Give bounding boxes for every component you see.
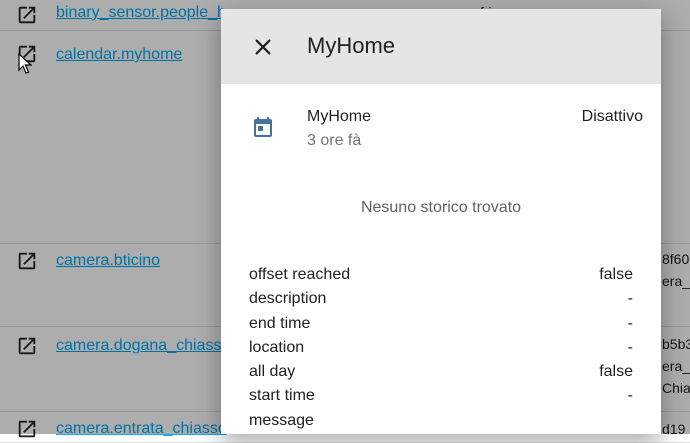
attribute-value: - <box>627 387 633 405</box>
calendar-icon <box>254 117 272 137</box>
attributes-list: offset reached false description - end tim… <box>249 263 633 433</box>
attribute-value: - <box>627 338 633 356</box>
attribute-key: offset reached <box>249 266 351 283</box>
attribute-key: location <box>249 338 305 356</box>
entity-state-row: MyHome 3 ore fà Disattivo <box>221 84 661 164</box>
attribute-key: message <box>249 411 314 429</box>
attribute-row: all day false <box>249 360 633 384</box>
dialog-header: MyHome <box>221 9 661 84</box>
no-history-message: Nesuno storico trovato <box>360 199 522 216</box>
attribute-key: all day <box>249 363 296 381</box>
attribute-row: message <box>249 409 633 433</box>
mouse-cursor-icon <box>18 53 32 74</box>
dialog-title: MyHome <box>307 33 396 58</box>
attribute-row: start time - <box>249 384 633 408</box>
more-info-dialog: MyHome MyHome 3 ore fà Disattivo Nesuno … <box>221 9 661 434</box>
attribute-value: - <box>627 314 633 332</box>
attribute-row: offset reached false <box>249 263 633 287</box>
last-changed: 3 ore fà <box>307 132 362 149</box>
attribute-key: description <box>249 290 327 308</box>
close-button[interactable] <box>247 31 279 63</box>
attribute-value: false <box>599 266 633 283</box>
entity-state: Disattivo <box>581 108 643 125</box>
attribute-key: start time <box>249 387 315 405</box>
close-icon <box>255 39 271 55</box>
attribute-row: location - <box>249 336 633 360</box>
attribute-value: - <box>627 290 633 308</box>
attribute-key: end time <box>249 314 311 332</box>
attribute-value: false <box>599 363 633 381</box>
entity-name: MyHome <box>307 108 372 125</box>
attribute-row: description - <box>249 287 633 311</box>
attribute-row: end time - <box>249 312 633 336</box>
